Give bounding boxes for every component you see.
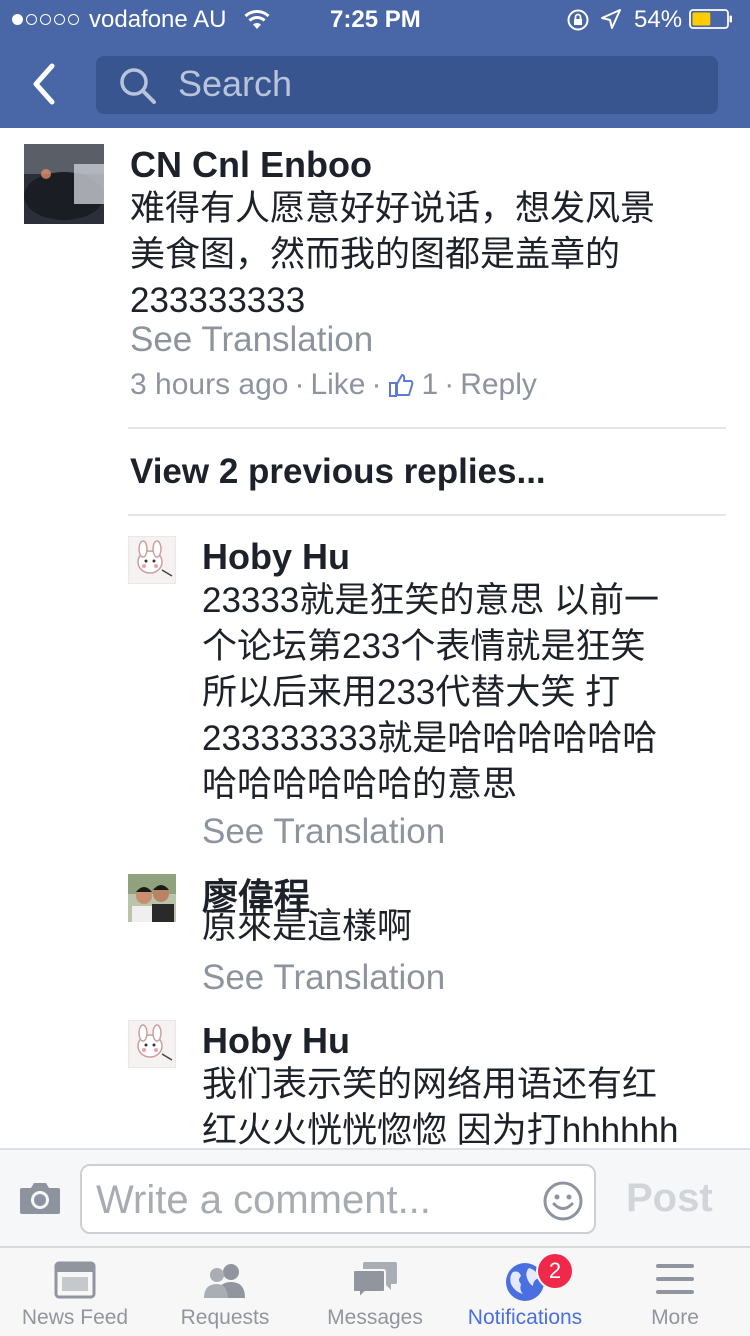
comment-time: 3 hours ago	[130, 368, 289, 401]
comment-meta: 3 hours ago · Like · 1 · Reply	[130, 368, 537, 402]
tab-label: Messages	[327, 1306, 423, 1329]
friend-requests-icon	[204, 1264, 245, 1298]
tab-label: Requests	[180, 1306, 270, 1329]
thumbs-up-icon	[388, 374, 413, 397]
status-time: 7:25 PM	[330, 6, 421, 33]
tab-news-feed[interactable]: News Feed	[0, 1248, 150, 1336]
post-button[interactable]: Post	[626, 1176, 713, 1221]
battery-percent: 54%	[634, 6, 683, 33]
camera-icon[interactable]	[18, 1180, 62, 1216]
smiley-icon[interactable]	[542, 1180, 584, 1222]
like-link[interactable]: Like	[310, 368, 365, 402]
avatar-photo	[128, 874, 176, 922]
avatar-photo	[24, 144, 104, 224]
avatar-photo	[128, 1020, 176, 1068]
tab-label: News Feed	[21, 1306, 129, 1329]
rotation-lock-icon	[567, 9, 589, 31]
back-chevron-icon[interactable]	[26, 60, 66, 108]
tab-label: Notifications	[467, 1306, 583, 1329]
divider	[128, 514, 726, 516]
menu-icon	[656, 1264, 694, 1294]
comment-text: 难得有人愿意好好说话，想发风景 美食图，然而我的图都是盖章的 233333333	[130, 189, 656, 320]
search-icon	[120, 68, 156, 104]
see-translation-link[interactable]: See Translation	[202, 958, 445, 998]
avatar[interactable]	[128, 874, 176, 922]
messages-icon	[352, 1262, 397, 1300]
search-bar[interactable]	[96, 56, 718, 114]
divider	[128, 427, 726, 429]
avatar[interactable]	[24, 144, 104, 224]
reply-link[interactable]: Reply	[460, 368, 537, 402]
tab-label: More	[651, 1306, 699, 1329]
like-count[interactable]: 1	[422, 368, 439, 402]
wifi-icon	[244, 10, 270, 29]
reply-author[interactable]: Hoby Hu	[202, 1020, 350, 1062]
view-previous-replies-link[interactable]: View 2 previous replies...	[130, 452, 546, 492]
reply-text: 原來是這樣啊	[202, 907, 413, 946]
news-feed-icon	[54, 1261, 96, 1299]
carrier-name: vodafone AU	[89, 6, 227, 33]
reply-text: 23333就是狂笑的意思 以前一 个论坛第233个表情就是狂笑 所以后来用233…	[202, 581, 660, 804]
tab-bar: News Feed Requests Messages 2 Notificati…	[0, 1246, 750, 1336]
status-bar: vodafone AU 7:25 PM 54%	[0, 0, 750, 40]
battery-icon	[689, 9, 732, 29]
comment-input-box[interactable]	[80, 1164, 596, 1234]
see-translation-link[interactable]: See Translation	[202, 812, 445, 852]
avatar[interactable]	[128, 1020, 176, 1068]
avatar-photo	[128, 536, 176, 584]
signal-strength-icon	[12, 14, 79, 25]
see-translation-link[interactable]: See Translation	[130, 320, 373, 360]
tab-more[interactable]: More	[600, 1248, 750, 1336]
reply-author[interactable]: Hoby Hu	[202, 536, 350, 578]
top-bar: vodafone AU 7:25 PM 54%	[0, 0, 750, 128]
notification-badge: 2	[538, 1254, 572, 1288]
comment-thread: CN Cnl Enboo 难得有人愿意好好说话，想发风景 美食图，然而我的图都是…	[0, 128, 750, 1148]
location-arrow-icon	[601, 9, 621, 29]
comment-composer: Post	[0, 1148, 750, 1248]
tab-messages[interactable]: Messages	[300, 1248, 450, 1336]
tab-notifications[interactable]: 2 Notifications	[450, 1248, 600, 1336]
comment-author[interactable]: CN Cnl Enboo	[130, 144, 372, 186]
comment-input[interactable]	[96, 1178, 526, 1223]
avatar[interactable]	[128, 536, 176, 584]
tab-requests[interactable]: Requests	[150, 1248, 300, 1336]
search-input[interactable]	[178, 63, 678, 105]
reply-text: 我们表示笑的网络用语还有红 红火火恍恍惚惚 因为打hhhhhh	[202, 1065, 679, 1148]
